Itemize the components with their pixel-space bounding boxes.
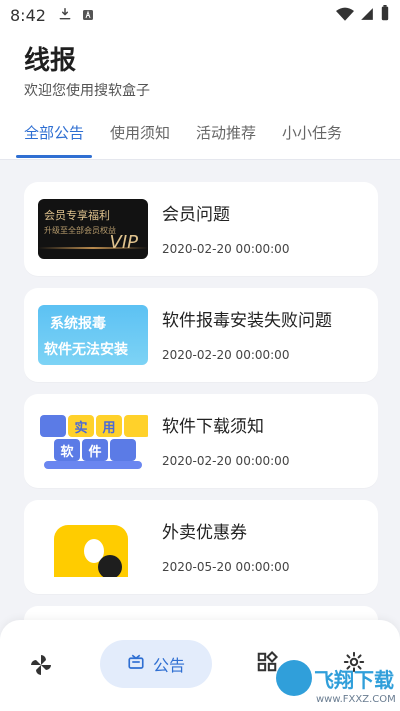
announcement-title: 软件下载须知 [162, 417, 264, 437]
food-thumbnail [38, 517, 148, 577]
tab-activity-recommend[interactable]: 活动推荐 [196, 122, 256, 158]
announcement-card-download[interactable]: 实 用 软 件 软件下载须知 2020-02-20 00:00:00 [24, 394, 378, 488]
tile-4: 件 [82, 439, 108, 461]
page-header: 线报 欢迎您使用搜软盒子 全部公告 使用须知 活动推荐 小小任务 [0, 30, 400, 160]
tile-3: 软 [54, 439, 80, 461]
wifi-icon [336, 6, 354, 25]
watermark-url: www.FXXZ.COM [316, 694, 396, 705]
announcement-card-virus[interactable]: 系统报毒 软件无法安装 软件报毒安装失败问题 2020-02-20 00:00:… [24, 288, 378, 382]
status-time: 8:42 [10, 5, 46, 25]
tab-bar: 全部公告 使用须知 活动推荐 小小任务 [15, 122, 400, 158]
page-subtitle: 欢迎您使用搜软盒子 [24, 83, 150, 99]
download-status-icon [58, 6, 72, 25]
watermark: 飞翔下载 www.FXXZ.COM [276, 660, 400, 711]
watermark-logo-icon [276, 660, 312, 696]
signal-icon [360, 6, 374, 25]
square-icon [110, 439, 136, 461]
vip-thumb-line2: 升级至全部会员权益 [44, 226, 116, 235]
announcement-date: 2020-05-20 00:00:00 [162, 560, 290, 574]
download-thumbnail: 实 用 软 件 [38, 411, 148, 471]
announcement-card-food[interactable]: 外卖优惠券 2020-05-20 00:00:00 [24, 500, 378, 594]
watermark-text: 飞翔下载 [314, 668, 394, 692]
nav-notice-button[interactable]: 公告 [100, 640, 212, 688]
nav-notice-label: 公告 [152, 656, 185, 675]
pinwheel-icon[interactable] [28, 652, 54, 678]
square-icon [124, 415, 148, 437]
announcement-title: 软件报毒安装失败问题 [162, 311, 332, 331]
battery-icon [380, 5, 390, 25]
notice-icon [127, 653, 145, 675]
square-icon [40, 415, 66, 437]
page-title: 线报 [24, 46, 77, 76]
announcement-list: 会员专享福利 升级至全部会员权益 VIP 会员问题 2020-02-20 00:… [24, 182, 378, 658]
status-bar: 8:42 [0, 0, 400, 30]
virus-thumb-line1: 系统报毒 [50, 316, 106, 332]
tabs-divider [0, 159, 400, 160]
vip-badge: VIP [109, 232, 138, 253]
vip-thumb-line1: 会员专享福利 [44, 209, 110, 222]
vip-thumbnail: 会员专享福利 升级至全部会员权益 VIP [38, 199, 148, 259]
tab-small-tasks[interactable]: 小小任务 [282, 122, 342, 158]
a-badge-icon [82, 6, 94, 25]
tab-usage-notes[interactable]: 使用须知 [110, 122, 170, 158]
announcement-date: 2020-02-20 00:00:00 [162, 242, 290, 256]
tab-all-announcements[interactable]: 全部公告 [15, 122, 93, 158]
announcement-date: 2020-02-20 00:00:00 [162, 454, 290, 468]
food-logo-dot [98, 555, 122, 577]
announcement-card-vip[interactable]: 会员专享福利 升级至全部会员权益 VIP 会员问题 2020-02-20 00:… [24, 182, 378, 276]
announcement-title: 外卖优惠券 [162, 523, 247, 543]
virus-thumbnail: 系统报毒 软件无法安装 [38, 305, 148, 365]
announcement-title: 会员问题 [162, 205, 230, 225]
tile-1: 实 [68, 415, 94, 437]
download-bar [44, 461, 142, 469]
virus-thumb-line2: 软件无法安装 [44, 342, 128, 358]
tile-2: 用 [96, 415, 122, 437]
announcement-date: 2020-02-20 00:00:00 [162, 348, 290, 362]
